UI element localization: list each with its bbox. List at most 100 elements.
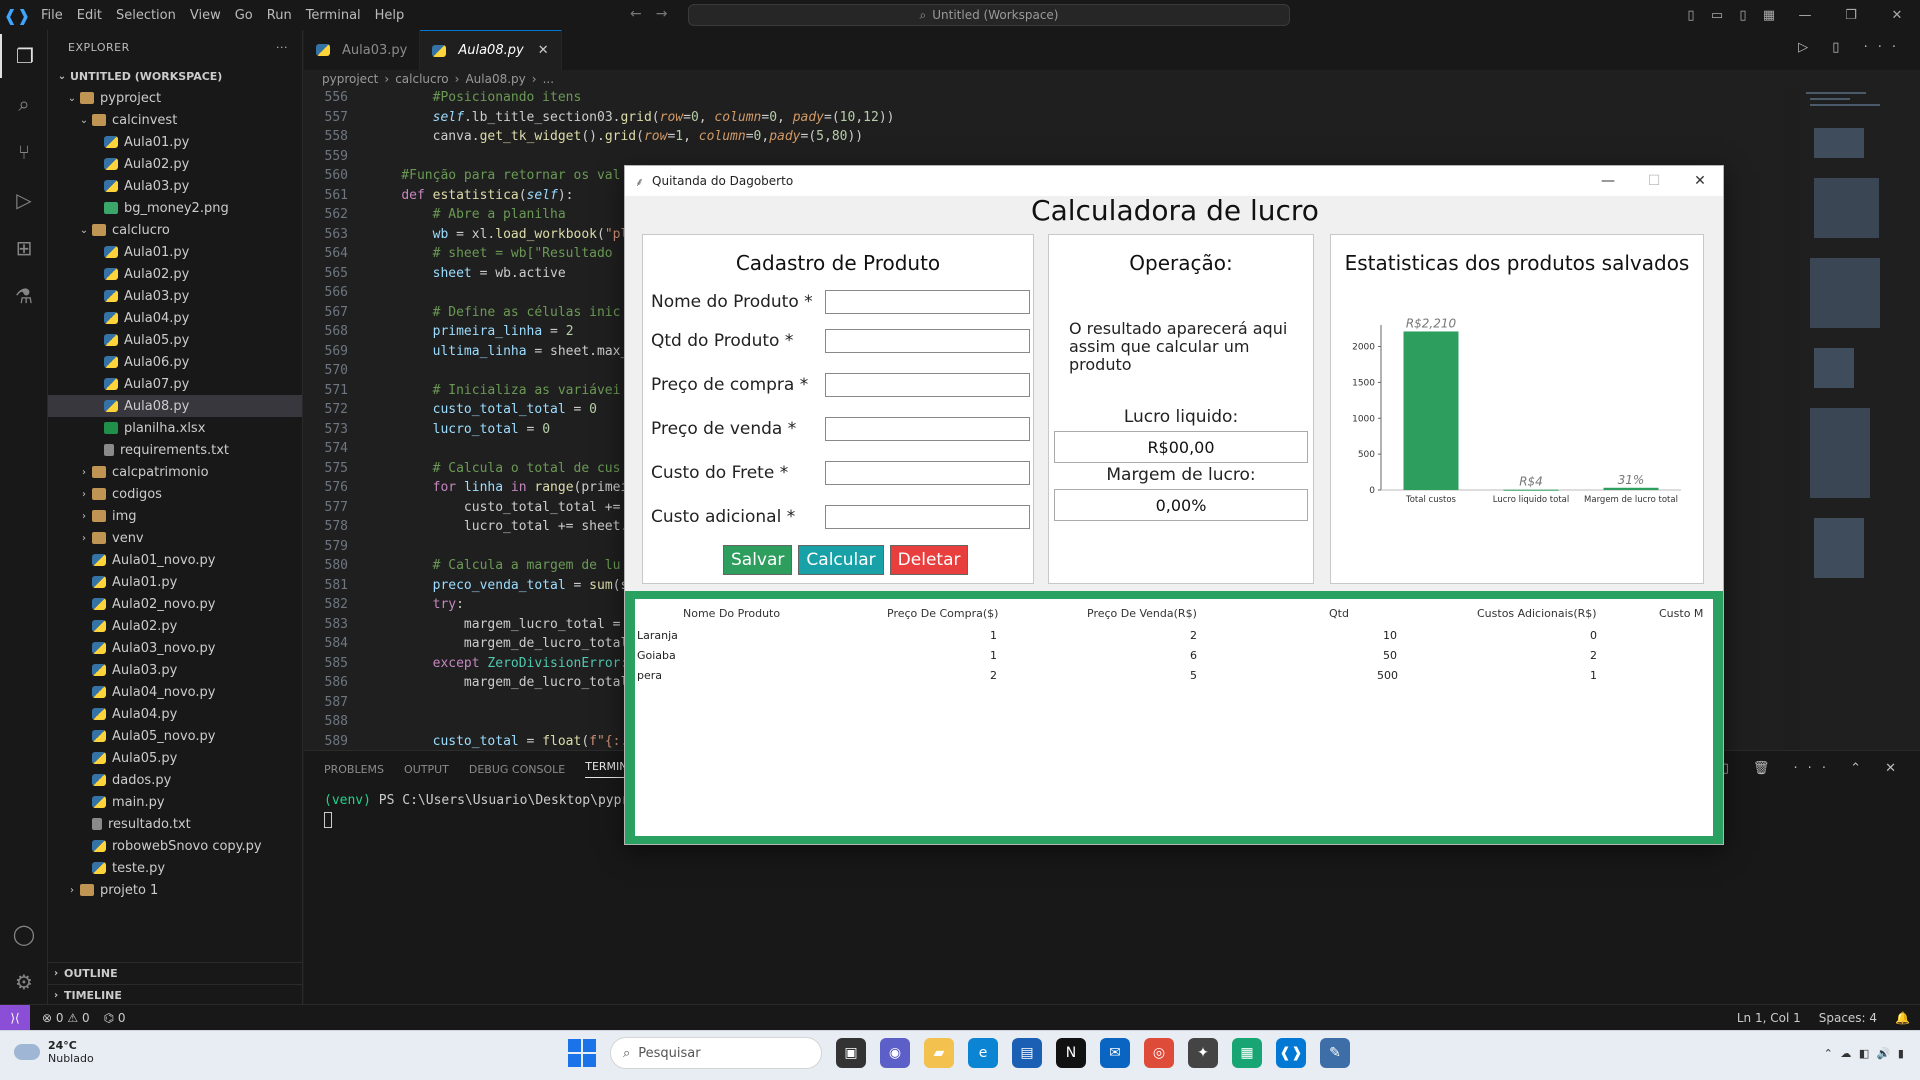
spreadsheet-icon[interactable]: ▦ [1232, 1038, 1262, 1068]
file-explorer-icon[interactable]: ▰ [924, 1038, 954, 1068]
nav-arrows[interactable]: ←→ [630, 6, 681, 22]
tree-item[interactable]: Aula01.py [48, 241, 302, 263]
frete-input[interactable] [825, 461, 1030, 485]
custo-adicional-input[interactable] [825, 505, 1030, 529]
tree-item[interactable]: Aula01_novo.py [48, 549, 302, 571]
store-icon[interactable]: ▤ [1012, 1038, 1042, 1068]
tree-item[interactable]: Aula03_novo.py [48, 637, 302, 659]
minimize-button[interactable]: — [1782, 0, 1828, 30]
tree-item[interactable]: Aula04_novo.py [48, 681, 302, 703]
table-header[interactable]: Preço De Venda(R$) [1087, 607, 1197, 620]
tree-item[interactable]: robowebSnovo copy.py [48, 835, 302, 857]
toggle-panel-icon[interactable]: ▭ [1704, 0, 1730, 30]
vscode-taskbar-icon[interactable]: ❰❱ [1276, 1038, 1306, 1068]
tree-item[interactable]: ⌄ calcinvest [48, 109, 302, 131]
problems-indicator[interactable]: ⊗ 0 ⚠ 0 [42, 1011, 90, 1025]
account-icon[interactable]: ◯ [0, 912, 48, 956]
close-tab-icon[interactable]: ✕ [538, 43, 549, 58]
tree-item[interactable]: Aula01.py [48, 131, 302, 153]
python-app-icon[interactable]: ✎ [1320, 1038, 1350, 1068]
preco-compra-input[interactable] [825, 373, 1030, 397]
qtd-input[interactable] [825, 329, 1030, 353]
tree-item[interactable]: › calcpatrimonio [48, 461, 302, 483]
tree-item[interactable]: Aula05.py [48, 747, 302, 769]
preco-venda-input[interactable] [825, 417, 1030, 441]
search-icon[interactable]: ⌕ [0, 82, 48, 126]
tree-item[interactable]: requirements.txt [48, 439, 302, 461]
outline-section[interactable]: › OUTLINE [48, 962, 303, 984]
bell-icon[interactable]: 🔔 [1895, 1011, 1910, 1025]
edge-browser-icon[interactable]: e [968, 1038, 998, 1068]
app-minimize-button[interactable]: — [1585, 166, 1631, 196]
windows-start-icon[interactable] [568, 1039, 596, 1067]
toggle-secondary-sidebar-icon[interactable]: ▯ [1730, 0, 1756, 30]
minimap[interactable] [1800, 88, 1920, 750]
source-control-icon[interactable]: ⑂ [0, 130, 48, 174]
calculate-button[interactable]: Calcular [798, 545, 884, 575]
mail-icon[interactable]: ✉ [1100, 1038, 1130, 1068]
tree-item[interactable]: Aula05_novo.py [48, 725, 302, 747]
tree-item[interactable]: Aula04.py [48, 703, 302, 725]
tree-item[interactable]: Aula03.py [48, 285, 302, 307]
menu-item-terminal[interactable]: Terminal [299, 8, 368, 23]
tree-item[interactable]: › projeto 1 [48, 879, 302, 901]
panel-tab-output[interactable]: OUTPUT [404, 763, 449, 776]
tree-item[interactable]: bg_money2.png [48, 197, 302, 219]
tree-item[interactable]: Aula02.py [48, 153, 302, 175]
tree-item[interactable]: › codigos [48, 483, 302, 505]
close-button[interactable]: ✕ [1874, 0, 1920, 30]
nome-input[interactable] [825, 290, 1030, 314]
table-header[interactable]: Qtd [1329, 607, 1349, 620]
testing-icon[interactable]: ⚗ [0, 274, 48, 318]
toggle-sidebar-icon[interactable]: ▯ [1678, 0, 1704, 30]
tree-item[interactable]: Aula02_novo.py [48, 593, 302, 615]
breadcrumb-item[interactable]: ... [543, 72, 554, 86]
notion-icon[interactable]: N [1056, 1038, 1086, 1068]
table-header[interactable]: Preço De Compra($) [887, 607, 998, 620]
tree-item[interactable]: resultado.txt [48, 813, 302, 835]
tree-item[interactable]: main.py [48, 791, 302, 813]
settings-gear-icon[interactable]: ⚙ [0, 960, 48, 1004]
timeline-section[interactable]: › TIMELINE [48, 984, 303, 1006]
tree-item[interactable]: Aula03.py [48, 659, 302, 681]
system-tray[interactable]: ⌃ ☁ ◧ 🔊 ▮ [1824, 1047, 1906, 1060]
command-center[interactable]: ⌕ Untitled (Workspace) [688, 4, 1290, 26]
menu-item-run[interactable]: Run [260, 8, 299, 23]
menu-item-edit[interactable]: Edit [70, 8, 109, 23]
app-close-button[interactable]: ✕ [1677, 166, 1723, 196]
tree-item[interactable]: › venv [48, 527, 302, 549]
explorer-icon[interactable]: ❐ [0, 34, 48, 78]
delete-button[interactable]: Deletar [889, 545, 969, 575]
tree-item[interactable]: Aula03.py [48, 175, 302, 197]
table-header[interactable]: Nome Do Produto [683, 607, 780, 620]
breadcrumb-item[interactable]: Aula08.py [465, 72, 525, 86]
tree-item[interactable]: Aula08.py [48, 395, 302, 417]
tree-item[interactable]: Aula05.py [48, 329, 302, 351]
more-actions-icon[interactable]: ··· [276, 41, 288, 54]
customize-layout-icon[interactable]: ▦ [1756, 0, 1782, 30]
teams-chat-icon[interactable]: ◉ [880, 1038, 910, 1068]
products-table[interactable]: Nome Do Produto Preço De Compra($) Preço D… [635, 599, 1713, 836]
breadcrumb-item[interactable]: calclucro [395, 72, 448, 86]
cursor-position[interactable]: Ln 1, Col 1 [1737, 1011, 1801, 1025]
chrome-icon[interactable]: ◎ [1144, 1038, 1174, 1068]
menu-item-selection[interactable]: Selection [109, 8, 183, 23]
panel-tab-problems[interactable]: PROBLEMS [324, 763, 384, 776]
menu-item-file[interactable]: File [34, 8, 70, 23]
indentation[interactable]: Spaces: 4 [1819, 1011, 1877, 1025]
weather-widget[interactable]: 24°C Nublado [14, 1039, 94, 1065]
tree-item[interactable]: ⌄ calclucro [48, 219, 302, 241]
taskbar-search[interactable]: ⌕ Pesquisar [610, 1037, 822, 1069]
tree-item[interactable]: Aula04.py [48, 307, 302, 329]
extensions-icon[interactable]: ⊞ [0, 226, 48, 270]
tree-item[interactable]: ⌄ pyproject [48, 87, 302, 109]
tree-item[interactable]: teste.py [48, 857, 302, 879]
save-button[interactable]: Salvar [723, 545, 793, 575]
editor-tab[interactable]: Aula08.py ✕ [420, 30, 562, 70]
tree-item[interactable]: dados.py [48, 769, 302, 791]
editor-actions[interactable]: ▷ ▯ ··· [1798, 40, 1906, 55]
editor-tab[interactable]: Aula03.py [304, 30, 421, 70]
tree-item[interactable]: planilha.xlsx [48, 417, 302, 439]
menu-item-help[interactable]: Help [368, 8, 412, 23]
menu-item-view[interactable]: View [183, 8, 228, 23]
